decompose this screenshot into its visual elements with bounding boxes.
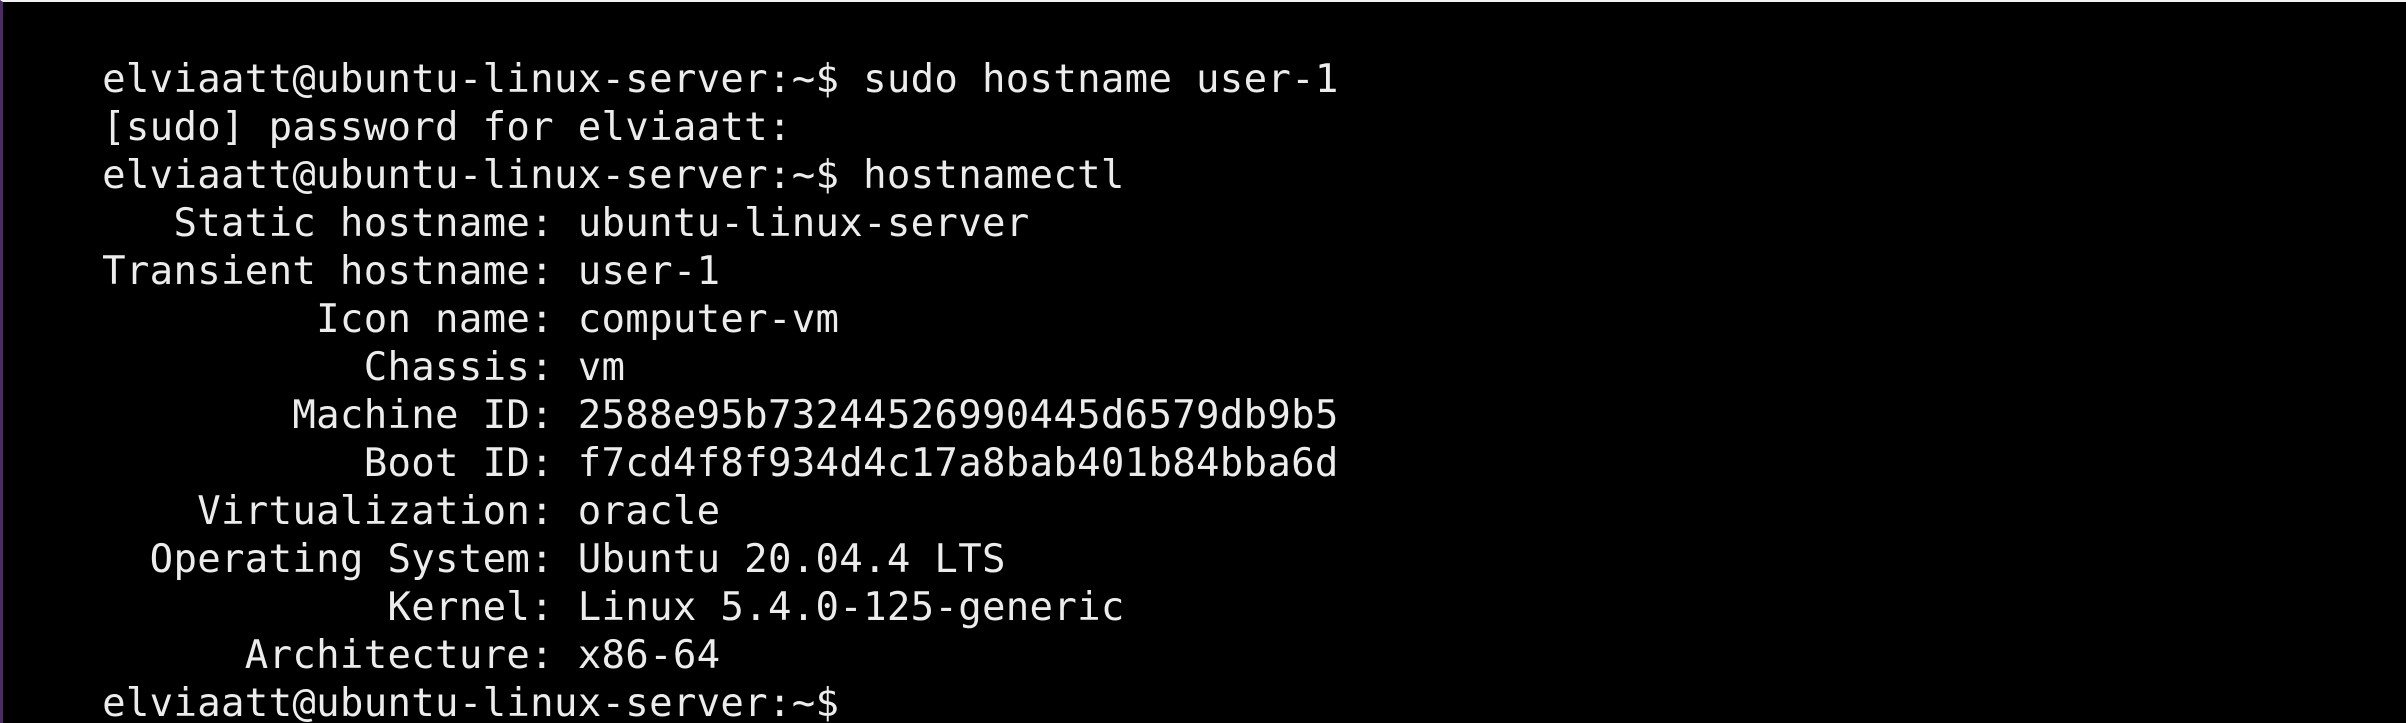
terminal-line-input[interactable]: elviaatt@ubuntu-linux-server:~$ bbox=[7, 632, 862, 723]
terminal-line-output: Virtualization: oracle bbox=[7, 440, 720, 534]
terminal-line-output: Static hostname: ubuntu-linux-server bbox=[7, 152, 1030, 246]
terminal-line-output: Machine ID: 2588e95b73244526990445d6579d… bbox=[7, 344, 1339, 438]
terminal-line-output: Architecture: x86-64 bbox=[7, 584, 720, 678]
shell-prompt: elviaatt@ubuntu-linux-server:~$ bbox=[102, 681, 840, 723]
terminal-line-command: elviaatt@ubuntu-linux-server:~$ sudo hos… bbox=[7, 8, 1339, 102]
terminal-line-output: Icon name: computer-vm bbox=[7, 248, 839, 342]
terminal-line-output: Operating System: Ubuntu 20.04.4 LTS bbox=[7, 488, 1006, 582]
terminal-line-command: elviaatt@ubuntu-linux-server:~$ hostname… bbox=[7, 104, 1125, 198]
terminal-line-output: [sudo] password for elviaatt: bbox=[7, 56, 792, 150]
terminal-line-output: Transient hostname: user-1 bbox=[7, 200, 720, 294]
terminal-line-output: Kernel: Linux 5.4.0-125-generic bbox=[7, 536, 1125, 630]
terminal-line-output: Boot ID: f7cd4f8f934d4c17a8bab401b84bba6… bbox=[7, 392, 1339, 486]
command-text: sudo hostname user-1 bbox=[863, 57, 1339, 102]
terminal-cursor bbox=[839, 687, 862, 723]
terminal-window[interactable]: elviaatt@ubuntu-linux-server:~$ sudo hos… bbox=[0, 0, 2406, 723]
terminal-line-output: Chassis: vm bbox=[7, 296, 625, 390]
